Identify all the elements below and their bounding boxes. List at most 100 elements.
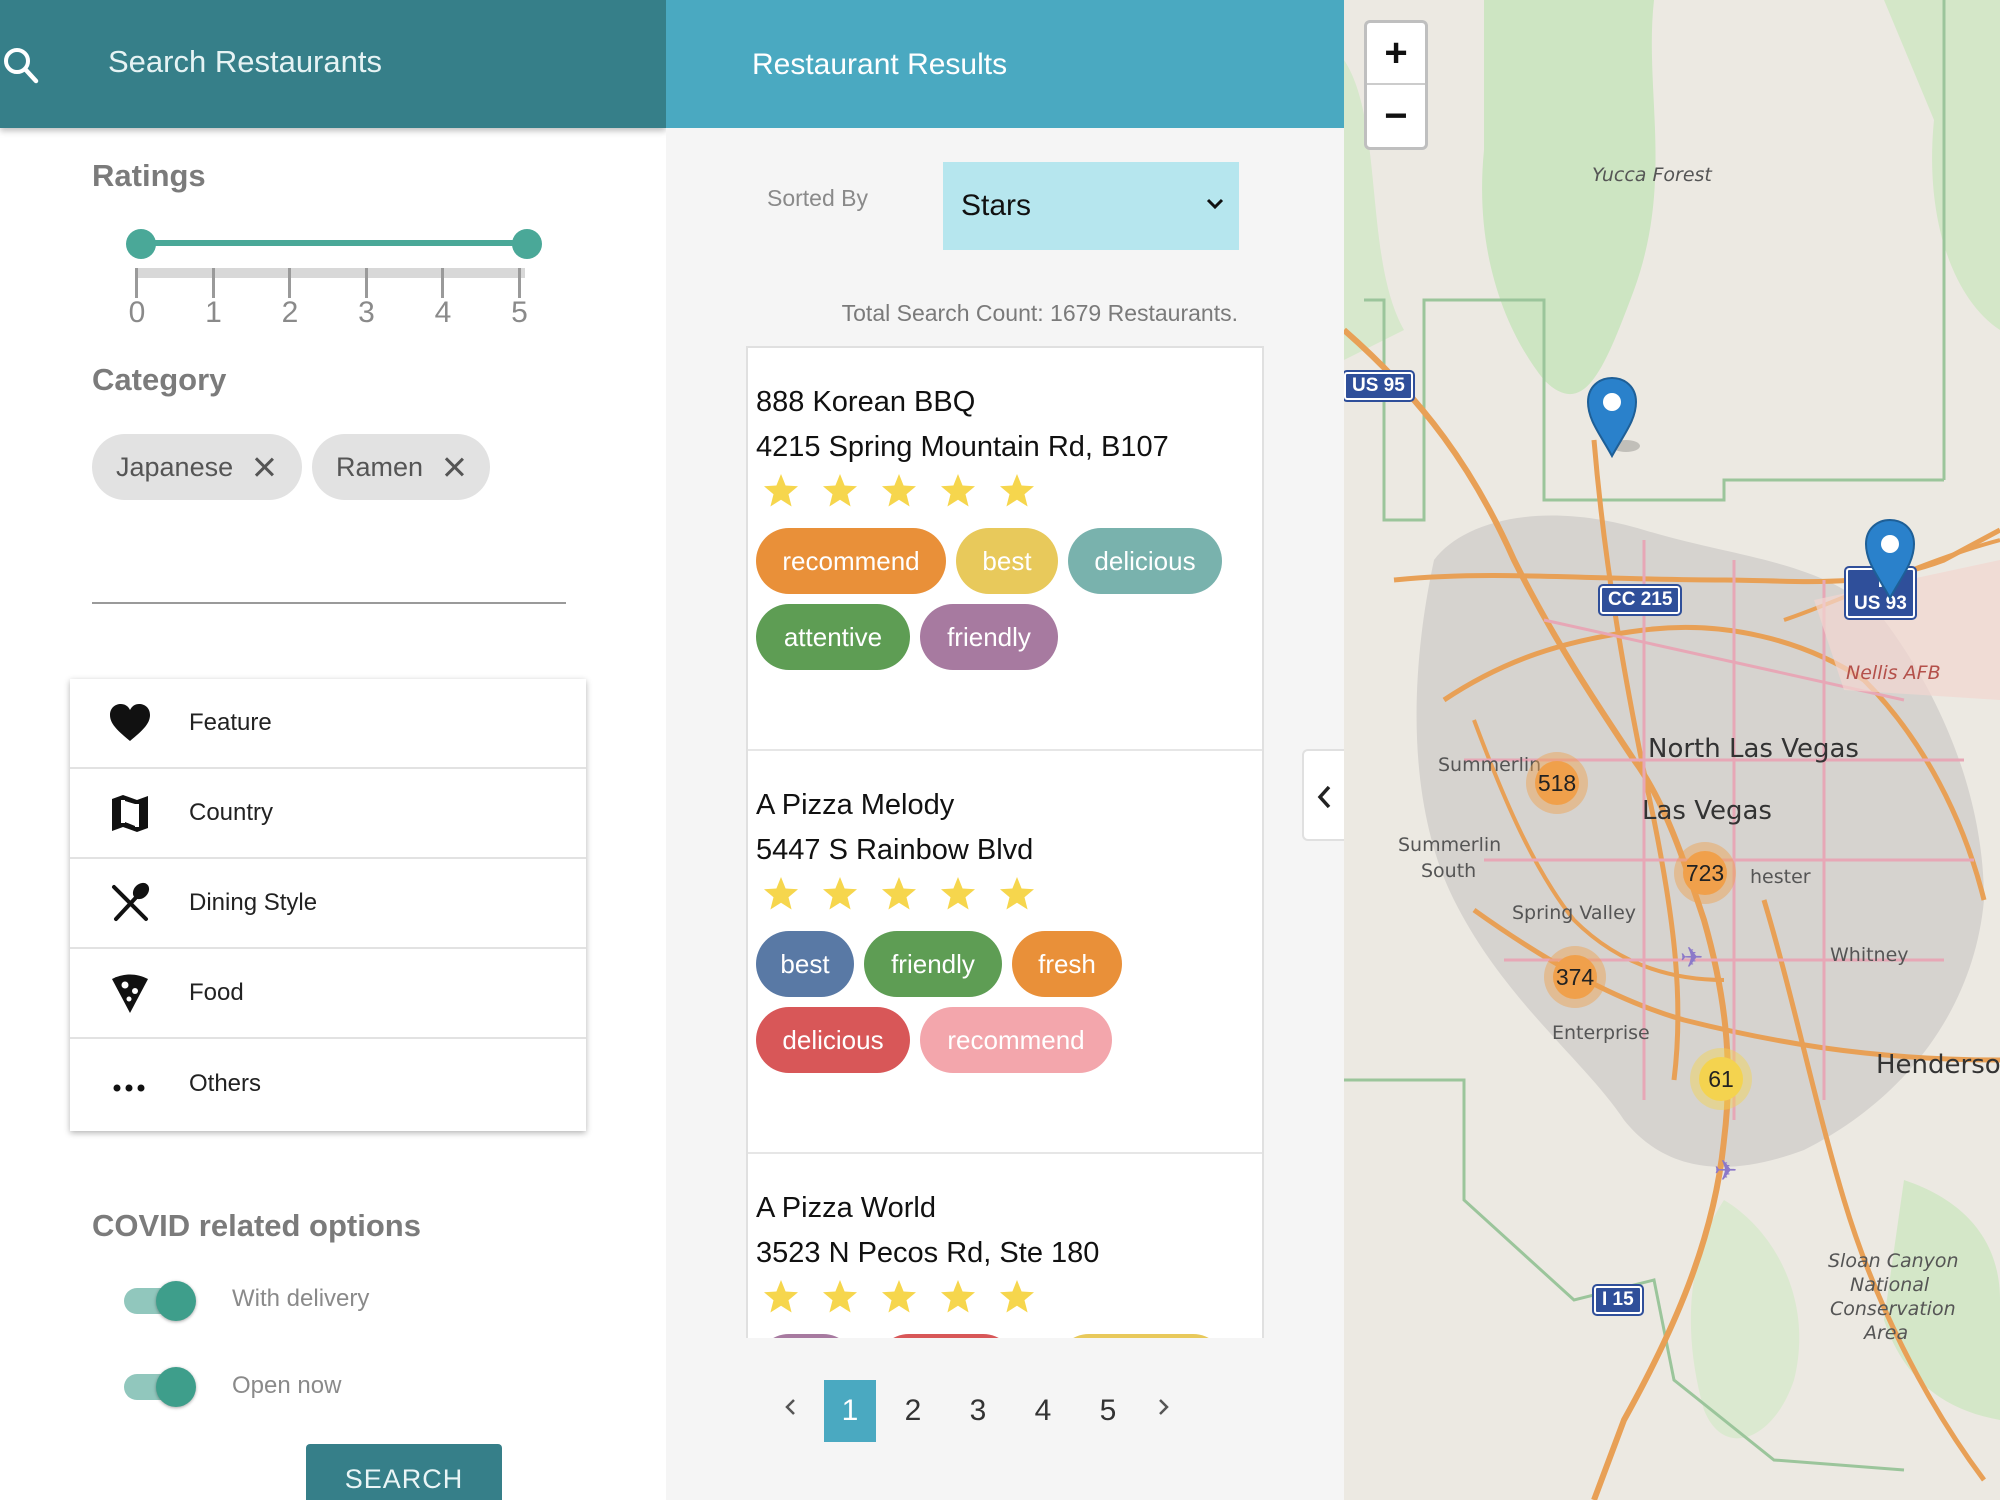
slider-max-handle[interactable] (512, 229, 542, 259)
sorted-by-label: Sorted By (767, 185, 868, 211)
star-icon (764, 877, 798, 910)
open-now-toggle[interactable] (122, 1365, 198, 1409)
toggle-knob (156, 1367, 196, 1407)
filter-item-dining-style[interactable]: Dining Style (70, 859, 586, 949)
filter-item-feature[interactable]: Feature (70, 679, 586, 769)
category-chip-ramen[interactable]: Ramen (312, 434, 490, 500)
marker-cluster[interactable]: 61 (1690, 1048, 1752, 1110)
category-chip-japanese[interactable]: Japanese (92, 434, 302, 500)
map-label-enterprise: Enterprise (1552, 1022, 1650, 1044)
review-tag[interactable] (1056, 1334, 1226, 1338)
page-button-3[interactable]: 3 (952, 1380, 1004, 1442)
filter-item-others[interactable]: Others (70, 1039, 586, 1129)
highway-shield-i15: I 15 (1592, 1284, 1644, 1316)
star-rating (762, 1278, 1057, 1316)
slider-selected-track (140, 240, 528, 246)
ratings-label: Ratings (92, 158, 206, 193)
restaurant-name: 888 Korean BBQ (756, 386, 976, 418)
slider-tick-label: 4 (434, 296, 452, 329)
map-label-spring-valley: Spring Valley (1512, 902, 1637, 924)
delivery-toggle[interactable] (122, 1279, 198, 1323)
map-label-sloan-conservation: Conservation (1830, 1298, 1956, 1320)
zoom-out-button[interactable]: − (1367, 85, 1425, 147)
search-header: Search Restaurants (0, 0, 666, 128)
results-list[interactable]: 888 Korean BBQ 4215 Spring Mountain Rd, B… (746, 346, 1264, 1338)
review-tag[interactable]: friendly (864, 931, 1002, 997)
slider-min-handle[interactable] (126, 229, 156, 259)
star-rating (762, 875, 1057, 913)
close-icon[interactable] (253, 456, 275, 478)
star-icon (764, 474, 798, 507)
star-icon (941, 877, 975, 910)
slider-tick-label: 0 (128, 296, 146, 329)
page-button-2[interactable]: 2 (887, 1380, 939, 1442)
filter-item-country[interactable]: Country (70, 769, 586, 859)
sort-select[interactable]: Stars (943, 162, 1239, 250)
search-panel-title: Search Restaurants (108, 44, 382, 79)
heart-icon (110, 704, 150, 741)
review-tag[interactable]: fresh (1012, 931, 1122, 997)
search-button[interactable]: SEARCH (306, 1444, 502, 1500)
slider-rail (135, 268, 525, 278)
page-button-5[interactable]: 5 (1082, 1380, 1134, 1442)
zoom-controls: + − (1364, 20, 1428, 150)
results-panel: Restaurant Results Sorted By Stars Total… (666, 0, 1344, 1500)
review-tag[interactable]: friendly (920, 604, 1058, 670)
filter-label: Dining Style (189, 889, 318, 916)
slider-tick-label: 1 (205, 296, 222, 329)
review-tag[interactable]: attentive (756, 604, 910, 670)
results-header: Restaurant Results (666, 0, 1344, 128)
chevron-left-icon (1317, 785, 1331, 809)
chevron-down-icon (1206, 198, 1224, 210)
search-panel: Search Restaurants Ratings 0 1 2 3 4 5 Catego… (0, 0, 666, 1500)
map-label-summerlin: Summerlin (1438, 754, 1542, 776)
restaurant-name: A Pizza Melody (756, 789, 955, 821)
star-icon (941, 1280, 975, 1313)
ratings-range-slider[interactable]: 0 1 2 3 4 5 (120, 222, 550, 332)
marker-cluster[interactable]: 518 (1526, 752, 1588, 814)
map-pin-icon[interactable] (1586, 376, 1642, 460)
review-tag[interactable]: delicious (1068, 528, 1222, 594)
marker-cluster[interactable]: 723 (1674, 842, 1736, 904)
chevron-right-icon[interactable] (1144, 1388, 1184, 1428)
map-label-sloan-canyon: Sloan Canyon (1828, 1250, 1959, 1272)
restaurant-card[interactable]: A Pizza World 3523 N Pecos Rd, Ste 180 (748, 1154, 1262, 1338)
map-label-summerlin-south-2: South (1421, 860, 1477, 882)
map-icon (112, 795, 148, 832)
chevron-left-icon[interactable] (770, 1388, 810, 1428)
page-button-1[interactable]: 1 (824, 1380, 876, 1442)
marker-cluster[interactable]: 374 (1544, 946, 1606, 1008)
restaurant-name: A Pizza World (756, 1192, 936, 1224)
map-label-summerlin-south: Summerlin (1398, 834, 1502, 856)
review-tag[interactable]: best (756, 931, 854, 997)
map-label-henderson: Henderson (1876, 1050, 2000, 1080)
star-icon (823, 877, 857, 910)
category-input[interactable] (92, 542, 566, 604)
review-tag[interactable] (876, 1334, 1016, 1338)
map-pin-icon[interactable] (1864, 518, 1920, 602)
search-icon[interactable] (0, 42, 40, 86)
restaurant-card[interactable]: A Pizza Melody 5447 S Rainbow Blvd best fri… (748, 751, 1262, 1154)
page-button-4[interactable]: 4 (1017, 1380, 1069, 1442)
zoom-in-button[interactable]: + (1367, 23, 1425, 85)
map-view[interactable]: ✈ ✈ Yucca Forest North Las Vegas Las Veg… (1344, 0, 2000, 1500)
review-tag[interactable]: best (956, 528, 1058, 594)
review-tag[interactable] (756, 1334, 856, 1338)
close-icon[interactable] (443, 456, 465, 478)
review-tag[interactable]: recommend (920, 1007, 1112, 1073)
map-label-whitney: Whitney (1830, 944, 1909, 966)
filter-label: Country (189, 799, 274, 826)
utensils-icon (112, 882, 150, 921)
review-tag[interactable]: delicious (756, 1007, 910, 1073)
slider-tick-label: 2 (281, 296, 299, 329)
restaurant-card[interactable]: 888 Korean BBQ 4215 Spring Mountain Rd, B… (748, 348, 1262, 751)
filter-item-food[interactable]: Food (70, 949, 586, 1039)
map-label-yucca-forest: Yucca Forest (1592, 164, 1712, 186)
map-label-sunrise-manor: hester (1750, 866, 1811, 888)
restaurant-address: 5447 S Rainbow Blvd (756, 834, 1034, 866)
review-tag[interactable]: recommend (756, 528, 946, 594)
collapse-panel-button[interactable] (1302, 749, 1344, 841)
slider-tick (517, 268, 521, 298)
svg-text:✈: ✈ (1714, 1155, 1737, 1186)
star-icon (882, 1280, 916, 1313)
